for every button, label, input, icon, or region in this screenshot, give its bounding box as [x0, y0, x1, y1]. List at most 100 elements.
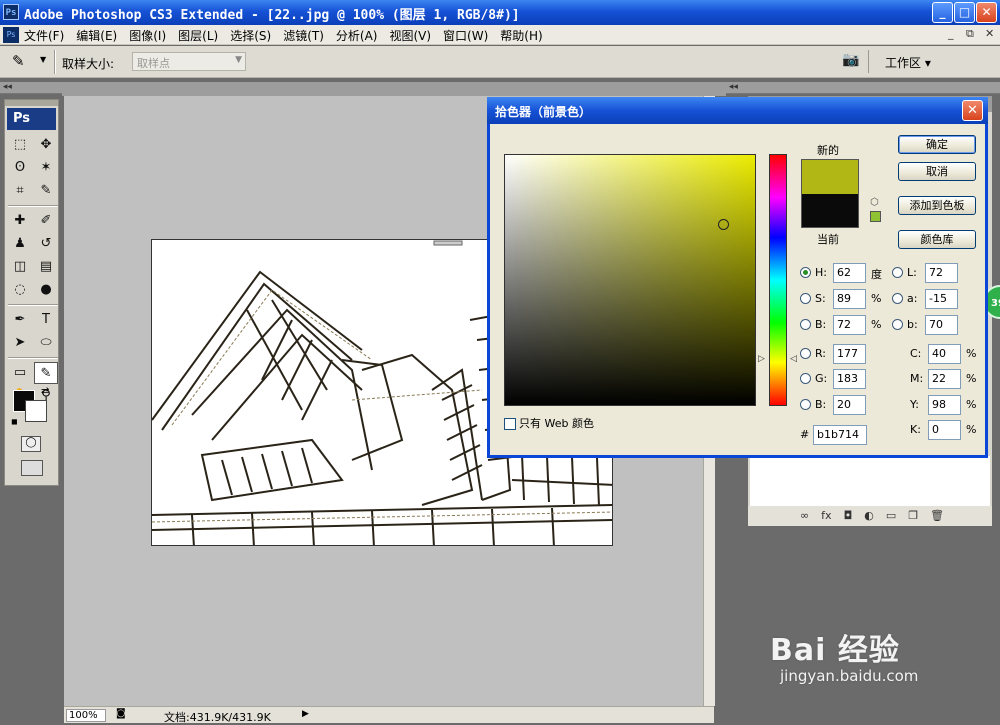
history-brush-tool[interactable]: ↺: [34, 233, 58, 255]
green-radio[interactable]: [800, 373, 811, 384]
magenta-field[interactable]: 22: [928, 369, 961, 389]
menu-edit[interactable]: 编辑(E): [76, 27, 117, 44]
maximize-button[interactable]: □: [954, 2, 975, 23]
panel-dock-strip[interactable]: ◂◂: [726, 82, 1000, 94]
photoshop-logo[interactable]: Ps: [7, 108, 56, 130]
link-layers-icon[interactable]: ∞: [800, 509, 809, 526]
web-colors-only-checkbox[interactable]: 只有 Web 颜色: [504, 415, 594, 431]
add-to-swatches-button[interactable]: 添加到色板: [898, 196, 976, 215]
lab-l-field[interactable]: 72: [925, 263, 958, 283]
cancel-button[interactable]: 取消: [898, 162, 976, 181]
workspace-button[interactable]: 工作区 ▾: [868, 50, 942, 73]
status-arrow-icon[interactable]: ▶: [302, 709, 309, 719]
gradient-tool[interactable]: ▤: [34, 256, 58, 278]
web-safe-color-swatch[interactable]: [870, 211, 881, 222]
marquee-tool[interactable]: ⬚: [8, 134, 32, 156]
menu-layer[interactable]: 图层(L): [178, 27, 218, 44]
hue-slider-left-arrow-icon[interactable]: ▷: [758, 354, 765, 364]
move-tool[interactable]: ✥: [34, 134, 58, 156]
brush-tool[interactable]: ✐: [34, 210, 58, 232]
hex-field[interactable]: b1b714: [813, 425, 867, 445]
saturation-field[interactable]: 89: [833, 289, 866, 309]
swap-colors-icon[interactable]: ⇄: [41, 386, 49, 397]
notes-tool[interactable]: ▭: [8, 362, 32, 384]
minimize-button[interactable]: _: [932, 2, 953, 23]
cyan-field[interactable]: 40: [928, 344, 961, 364]
pen-tool[interactable]: ✒: [8, 309, 32, 331]
status-menu-icon[interactable]: ◙: [116, 708, 126, 719]
web-safe-warning-icon[interactable]: ⬡: [870, 197, 879, 208]
default-colors-icon[interactable]: ◼: [11, 417, 18, 426]
sample-size-select[interactable]: 取样点 ▼: [132, 52, 246, 71]
dialog-title[interactable]: 拾色器（前景色）: [487, 97, 988, 124]
adjustment-layer-icon[interactable]: ◐: [864, 509, 874, 526]
lab-b-radio[interactable]: [892, 319, 903, 330]
red-field[interactable]: 177: [833, 344, 866, 364]
menu-analysis[interactable]: 分析(A): [336, 27, 378, 44]
lasso-tool[interactable]: ʘ: [8, 157, 32, 179]
close-button[interactable]: ✕: [976, 2, 997, 23]
menu-image[interactable]: 图像(I): [129, 27, 166, 44]
slice-tool[interactable]: ✎: [34, 180, 58, 202]
zoom-level-field[interactable]: 100%: [66, 709, 106, 722]
doc-minimize-button[interactable]: _: [948, 27, 954, 40]
document-icon[interactable]: Ps: [3, 27, 19, 43]
path-selection-tool[interactable]: ➤: [8, 332, 32, 354]
checkbox-box[interactable]: [504, 418, 516, 430]
toolbox-strip[interactable]: ◂◂: [0, 82, 62, 94]
black-field[interactable]: 0: [928, 420, 961, 440]
quick-mask-button[interactable]: ◯: [21, 436, 41, 452]
menu-file[interactable]: 文件(F): [24, 27, 64, 44]
lab-a-radio[interactable]: [892, 293, 903, 304]
brightness-radio[interactable]: [800, 319, 811, 330]
ok-button[interactable]: 确定: [898, 135, 976, 154]
color-libraries-button[interactable]: 颜色库: [898, 230, 976, 249]
hue-slider-right-arrow-icon[interactable]: ◁: [790, 354, 797, 364]
healing-brush-tool[interactable]: ✚: [8, 210, 32, 232]
lab-l-radio[interactable]: [892, 267, 903, 278]
doc-restore-button[interactable]: ⧉: [966, 27, 974, 41]
layers-list[interactable]: [750, 456, 990, 506]
blue-radio[interactable]: [800, 399, 811, 410]
toolbox-grip[interactable]: [5, 100, 58, 106]
lab-b-field[interactable]: 70: [925, 315, 958, 335]
dialog-close-icon[interactable]: ✕: [962, 100, 983, 121]
yellow-field[interactable]: 98: [928, 395, 961, 415]
background-color-swatch[interactable]: [25, 400, 47, 422]
menu-window[interactable]: 窗口(W): [443, 27, 488, 44]
hue-field[interactable]: 62: [833, 263, 866, 283]
brightness-field[interactable]: 72: [833, 315, 866, 335]
saturation-brightness-field[interactable]: [504, 154, 756, 406]
bridge-icon[interactable]: 📷: [842, 52, 859, 68]
magic-wand-tool[interactable]: ✶: [34, 157, 58, 179]
green-field[interactable]: 183: [833, 369, 866, 389]
window-title-bar[interactable]: Ps Adobe Photoshop CS3 Extended - [22..j…: [0, 0, 1000, 25]
hue-slider[interactable]: [769, 154, 787, 406]
blue-field[interactable]: 20: [833, 395, 866, 415]
menu-help[interactable]: 帮助(H): [500, 27, 542, 44]
menu-select[interactable]: 选择(S): [230, 27, 271, 44]
eyedropper-tool[interactable]: ✎: [34, 362, 58, 384]
screen-mode-button[interactable]: [21, 460, 43, 476]
new-group-icon[interactable]: ▭: [886, 509, 896, 526]
blur-tool[interactable]: ◌: [8, 279, 32, 301]
red-radio[interactable]: [800, 348, 811, 359]
dodge-tool[interactable]: ●: [34, 279, 58, 301]
shape-tool[interactable]: ⬭: [34, 332, 58, 354]
saturation-radio[interactable]: [800, 293, 811, 304]
clone-stamp-tool[interactable]: ♟: [8, 233, 32, 255]
color-picker-cursor[interactable]: [718, 219, 729, 230]
current-color-swatch[interactable]: [801, 194, 859, 228]
doc-close-button[interactable]: ✕: [985, 27, 994, 40]
delete-layer-icon[interactable]: 🗑: [930, 509, 944, 526]
eraser-tool[interactable]: ◫: [8, 256, 32, 278]
menu-view[interactable]: 视图(V): [389, 27, 431, 44]
hue-radio[interactable]: [800, 267, 811, 278]
lab-a-field[interactable]: -15: [925, 289, 958, 309]
layer-mask-icon[interactable]: ◘: [844, 509, 853, 526]
menu-filter[interactable]: 滤镜(T): [283, 27, 324, 44]
eyedropper-icon[interactable]: ✎: [12, 52, 25, 70]
tool-preset-chevron-icon[interactable]: ▼: [40, 55, 46, 64]
new-layer-icon[interactable]: ❐: [908, 509, 918, 526]
layer-style-icon[interactable]: fx: [821, 509, 831, 526]
